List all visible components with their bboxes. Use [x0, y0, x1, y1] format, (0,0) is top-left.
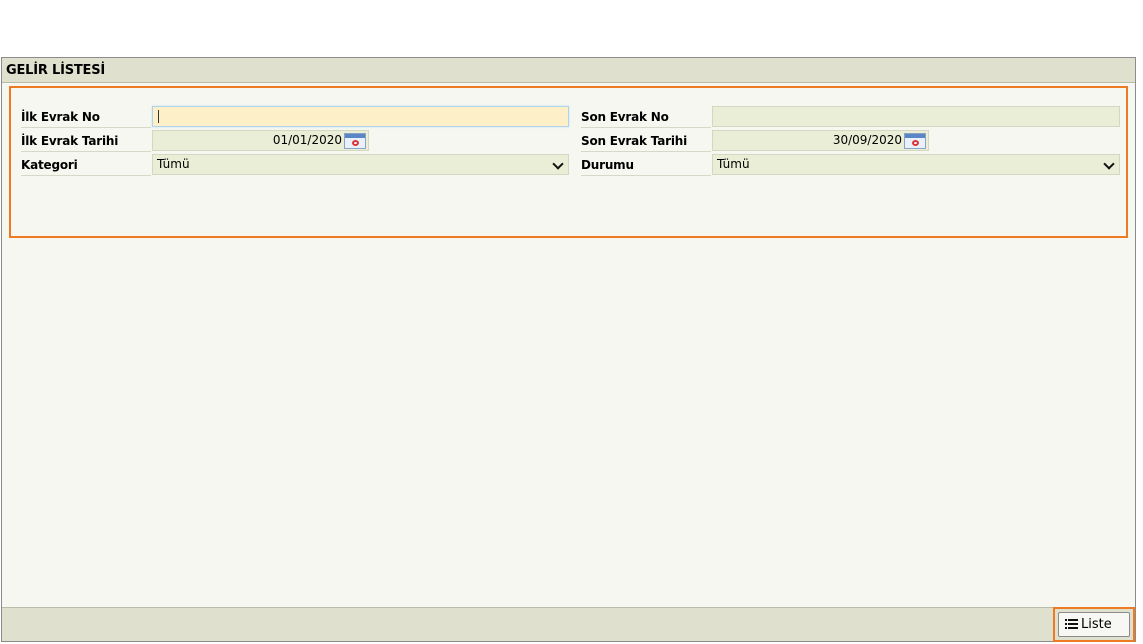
window-title: GELİR LİSTESİ: [2, 58, 1135, 83]
chevron-down-icon: [1103, 158, 1115, 170]
chevron-down-icon: [552, 158, 564, 170]
ilk-evrak-tarihi-label: İlk Evrak Tarihi: [21, 130, 151, 152]
durumu-label: Durumu: [581, 154, 711, 176]
calendar-icon[interactable]: [904, 133, 926, 149]
kategori-label: Kategori: [21, 154, 151, 176]
liste-button[interactable]: Liste: [1058, 612, 1130, 637]
liste-button-label: Liste: [1081, 617, 1112, 632]
ilk-evrak-no-input[interactable]: [152, 106, 569, 127]
text-caret: [158, 110, 159, 123]
calendar-icon[interactable]: [344, 133, 366, 149]
durumu-value: Tümü: [717, 157, 750, 171]
son-evrak-tarihi-value: 30/09/2020: [832, 133, 902, 147]
durumu-select[interactable]: Tümü: [712, 154, 1120, 175]
son-evrak-no-label: Son Evrak No: [581, 106, 711, 128]
kategori-select[interactable]: Tümü: [152, 154, 569, 175]
gelir-listesi-window: GELİR LİSTESİ İlk Evrak No Son Evrak No …: [1, 57, 1136, 642]
son-evrak-no-input[interactable]: [712, 106, 1120, 127]
filter-form: İlk Evrak No Son Evrak No İlk Evrak Tari…: [9, 86, 1128, 238]
kategori-value: Tümü: [157, 157, 190, 171]
ilk-evrak-tarihi-value: 01/01/2020: [272, 133, 342, 147]
son-evrak-tarihi-label: Son Evrak Tarihi: [581, 130, 711, 152]
liste-button-frame: Liste: [1053, 607, 1135, 642]
footer-bar: Liste: [2, 607, 1135, 642]
son-evrak-tarihi-input[interactable]: 30/09/2020: [712, 130, 929, 151]
ilk-evrak-tarihi-input[interactable]: 01/01/2020: [152, 130, 369, 151]
ilk-evrak-no-label: İlk Evrak No: [21, 106, 151, 128]
list-icon: [1065, 619, 1078, 630]
